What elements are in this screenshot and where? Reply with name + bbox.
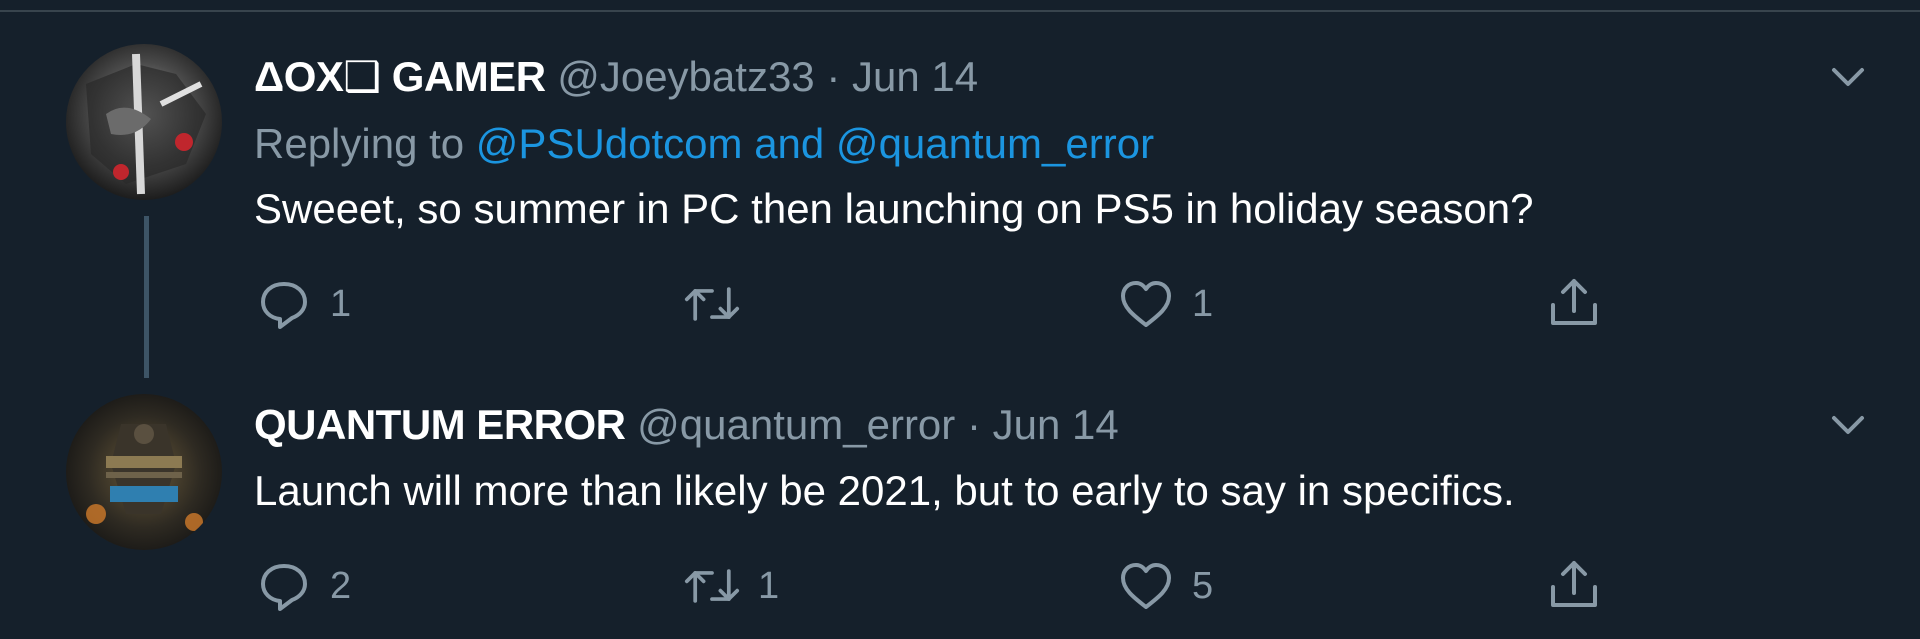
tweet-date[interactable]: Jun 14 <box>852 53 978 100</box>
user-handle[interactable]: @Joeybatz33 <box>557 53 814 100</box>
reply-count: 2 <box>330 565 352 607</box>
replying-to: Replying to @PSUdotcom and @quantum_erro… <box>254 119 1154 169</box>
tweet-thread: ΔOX❑ GAMER @Joeybatz33 · Jun 14 Replying… <box>0 0 1920 639</box>
display-name[interactable]: QUANTUM ERROR <box>254 401 626 448</box>
retweet-icon <box>684 558 740 614</box>
separator: · <box>966 401 981 448</box>
like-button[interactable]: 5 <box>1118 556 1213 616</box>
separator: · <box>826 53 841 100</box>
chevron-down-icon[interactable] <box>1826 54 1870 98</box>
avatar-image <box>66 394 222 550</box>
heart-icon <box>1118 558 1174 614</box>
like-count: 1 <box>1192 283 1214 325</box>
share-button[interactable] <box>1546 554 1602 614</box>
share-button[interactable] <box>1546 272 1602 332</box>
tweet-text: Launch will more than likely be 2021, bu… <box>254 467 1515 514</box>
tweet-date[interactable]: Jun 14 <box>993 401 1119 448</box>
tweet-text: Sweeet, so summer in PC then launching o… <box>254 185 1534 232</box>
avatar[interactable] <box>66 44 222 200</box>
display-name[interactable]: ΔOX❑ GAMER <box>254 53 546 100</box>
avatar-image <box>66 44 222 200</box>
user-handle[interactable]: @quantum_error <box>637 401 955 448</box>
replying-to-mentions[interactable]: @PSUdotcom and @quantum_error <box>476 120 1154 167</box>
heart-icon <box>1118 276 1174 332</box>
retweet-button[interactable] <box>684 274 758 334</box>
like-count: 5 <box>1192 565 1214 607</box>
tweet-header: ΔOX❑ GAMER @Joeybatz33 · Jun 14 <box>254 52 978 102</box>
chevron-down-icon[interactable] <box>1826 402 1870 446</box>
tweet-header: QUANTUM ERROR @quantum_error · Jun 14 <box>254 400 1119 450</box>
retweet-button[interactable]: 1 <box>684 556 779 616</box>
replying-prefix: Replying to <box>254 120 476 167</box>
retweet-count: 1 <box>758 565 780 607</box>
thread-line <box>144 216 149 378</box>
reply-icon <box>256 558 312 614</box>
reply-button[interactable]: 2 <box>256 556 351 616</box>
top-divider <box>0 0 1920 12</box>
share-icon <box>1546 556 1602 612</box>
avatar[interactable] <box>66 394 222 550</box>
reply-icon <box>256 276 312 332</box>
retweet-icon <box>684 276 740 332</box>
reply-button[interactable]: 1 <box>256 274 351 334</box>
reply-count: 1 <box>330 283 352 325</box>
like-button[interactable]: 1 <box>1118 274 1213 334</box>
share-icon <box>1546 274 1602 330</box>
